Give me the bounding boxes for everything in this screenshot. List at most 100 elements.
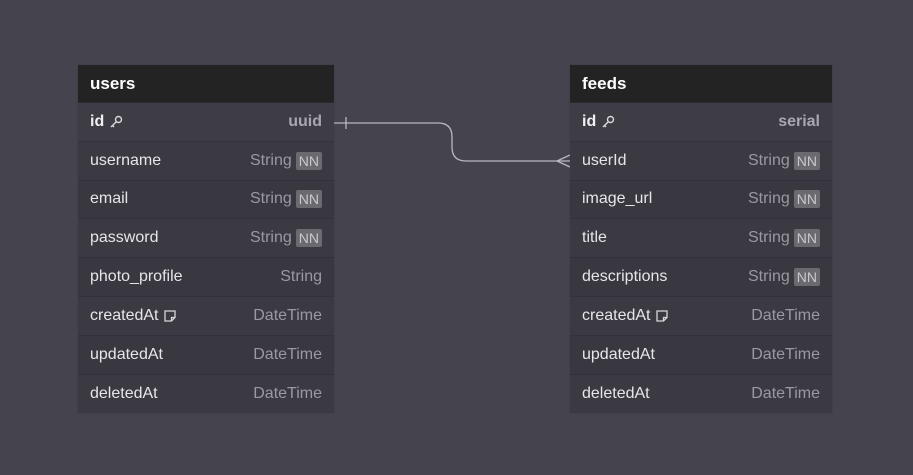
field-name-group: createdAt — [582, 307, 669, 325]
field-type: String — [747, 151, 790, 169]
field-type-group: String — [280, 268, 322, 286]
field-type: String — [249, 151, 292, 169]
not-null-badge: NN — [793, 151, 820, 170]
relation-path — [334, 122, 570, 162]
field-type-group: DateTime — [253, 307, 322, 325]
field-name-group: deletedAt — [582, 385, 650, 403]
field-type: DateTime — [253, 306, 322, 324]
field-row-id[interactable]: id uuid — [78, 103, 334, 142]
field-row-userid[interactable]: userId String NN — [570, 141, 832, 181]
note-icon — [655, 309, 669, 323]
field-name-group: photo_profile — [90, 268, 183, 286]
field-name-group: descriptions — [582, 268, 667, 286]
field-type-group: DateTime — [253, 385, 322, 403]
key-icon — [109, 115, 123, 129]
field-name: id — [90, 112, 105, 130]
field-name-group: createdAt — [90, 307, 177, 325]
key-icon — [601, 115, 615, 129]
field-type-group: DateTime — [751, 346, 820, 364]
field-name: image_url — [582, 190, 653, 208]
not-null-badge: NN — [793, 190, 820, 209]
field-name-group: updatedAt — [90, 346, 163, 364]
not-null-badge: NN — [793, 229, 820, 248]
field-row-password[interactable]: password String NN — [78, 219, 334, 259]
field-type-group: String NN — [747, 151, 820, 170]
field-row-email[interactable]: email String NN — [78, 180, 334, 220]
field-name-group: id — [582, 113, 615, 131]
field-type-group: String NN — [748, 229, 820, 248]
field-name-group: updatedAt — [582, 346, 655, 364]
field-name-group: id — [90, 113, 123, 131]
table-title[interactable]: users — [78, 65, 334, 103]
field-name: updatedAt — [582, 345, 655, 363]
field-name: password — [90, 229, 159, 247]
field-row-id[interactable]: id serial — [570, 103, 832, 142]
field-type-group: serial — [778, 113, 820, 131]
many-cardinality-mark-bottom — [556, 160, 571, 168]
field-type: serial — [778, 112, 820, 130]
field-type: String — [249, 190, 292, 208]
field-type-group: DateTime — [751, 307, 820, 325]
field-name: createdAt — [582, 306, 651, 324]
field-list: id serial userId String NN image_url String NN t… — [570, 103, 832, 414]
field-type: DateTime — [751, 345, 820, 363]
field-type: DateTime — [751, 384, 820, 402]
field-type-group: DateTime — [751, 385, 820, 403]
field-row-title[interactable]: title String NN — [570, 219, 832, 259]
field-type: String — [747, 268, 790, 286]
field-name-group: userId — [582, 152, 626, 170]
table-users[interactable]: users id uuid username String NN email String N… — [78, 65, 334, 414]
field-row-descriptions[interactable]: descriptions String NN — [570, 258, 832, 297]
field-type-group: DateTime — [253, 346, 322, 364]
not-null-badge: NN — [793, 268, 820, 287]
field-row-updatedat[interactable]: updatedAt DateTime — [570, 335, 832, 375]
field-list: id uuid username String NN email String NN passw… — [78, 103, 334, 414]
field-name-group: password — [90, 229, 158, 247]
field-type-group: String NN — [249, 151, 322, 170]
field-type: String — [280, 268, 322, 286]
note-icon — [163, 309, 177, 323]
field-name-group: deletedAt — [90, 385, 158, 403]
field-name: id — [582, 112, 597, 130]
field-row-photo-profile[interactable]: photo_profile String — [78, 258, 334, 297]
field-type-group: String NN — [249, 229, 322, 248]
field-name: updatedAt — [90, 345, 163, 363]
field-type: DateTime — [253, 384, 322, 402]
field-name-group: title — [582, 229, 607, 247]
table-feeds[interactable]: feeds id serial userId String NN image_url Str… — [570, 65, 832, 414]
not-null-badge: NN — [295, 151, 322, 170]
field-row-createdat[interactable]: createdAt DateTime — [78, 296, 334, 336]
field-type: String — [249, 229, 292, 247]
field-row-createdat[interactable]: createdAt DateTime — [570, 296, 832, 336]
field-type: DateTime — [751, 306, 820, 324]
field-row-deletedat[interactable]: deletedAt DateTime — [570, 374, 832, 414]
not-null-badge: NN — [295, 190, 322, 209]
field-type-group: uuid — [288, 113, 322, 131]
field-row-deletedat[interactable]: deletedAt DateTime — [78, 374, 334, 414]
field-name: title — [582, 229, 607, 247]
not-null-badge: NN — [295, 229, 322, 248]
field-name: createdAt — [90, 306, 159, 324]
field-type: String — [747, 190, 790, 208]
field-name-group: username — [90, 152, 161, 170]
field-name: userId — [582, 151, 627, 169]
field-type-group: String NN — [747, 190, 820, 209]
field-row-image-url[interactable]: image_url String NN — [570, 180, 832, 220]
field-name: photo_profile — [90, 268, 183, 286]
field-row-updatedat[interactable]: updatedAt DateTime — [78, 335, 334, 375]
field-type: uuid — [288, 112, 322, 130]
field-name: email — [90, 190, 129, 208]
field-name: deletedAt — [582, 384, 650, 402]
field-type-group: String NN — [249, 190, 322, 209]
field-name-group: image_url — [582, 190, 652, 208]
field-type-group: String NN — [747, 268, 820, 287]
diagram-canvas[interactable]: users id uuid username String NN email String N… — [0, 0, 913, 475]
table-title[interactable]: feeds — [570, 65, 832, 103]
field-type: DateTime — [253, 345, 322, 363]
many-cardinality-mark-top — [556, 154, 571, 162]
field-name-group: email — [90, 190, 128, 208]
field-row-username[interactable]: username String NN — [78, 141, 334, 181]
field-name: descriptions — [582, 268, 668, 286]
field-name: username — [90, 151, 162, 169]
field-name: deletedAt — [90, 384, 158, 402]
